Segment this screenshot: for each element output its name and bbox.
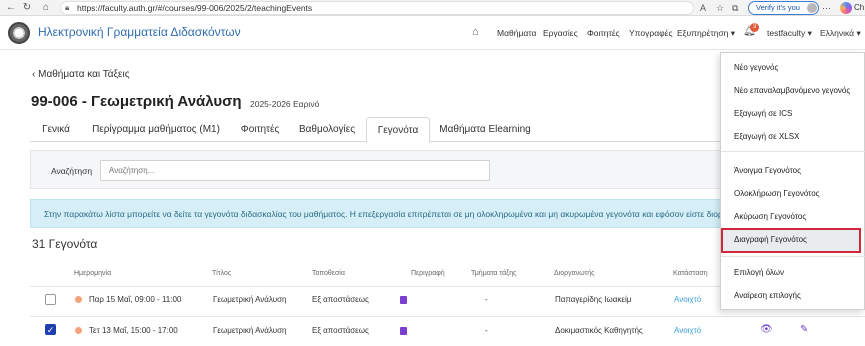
verify-label: Verify it's you — [756, 3, 800, 12]
tab-events[interactable]: Γεγονότα — [366, 117, 430, 143]
calendar-icon[interactable] — [400, 296, 407, 304]
more-dots-icon[interactable]: ⋯ — [822, 1, 831, 15]
url-text: https://faculty.auth.gr/#/courses/99-006… — [77, 3, 313, 13]
user-menu[interactable]: testfaculty ▾ — [767, 28, 812, 39]
event-status-dot — [75, 296, 82, 303]
app-title[interactable]: Ηλεκτρονική Γραμματεία Διδασκόντων — [38, 25, 241, 39]
event-location: Εξ αποστάσεως — [312, 326, 369, 335]
menu-divider — [721, 151, 865, 152]
actions-dropdown-menu: Νέο γεγονός Νέο επαναλαμβανόμενο γεγονός… — [720, 52, 865, 310]
event-status: Ανοιχτό — [674, 326, 702, 335]
menu-item-open-event[interactable]: Άνοιγμα Γεγονότος — [734, 166, 801, 175]
back-arrow-icon[interactable]: ← — [4, 1, 18, 15]
row-checkbox-checked[interactable]: ✓ — [45, 324, 56, 335]
column-header-description[interactable]: Περιγραφή — [411, 270, 445, 277]
tab-grades[interactable]: Βαθμολογίες — [292, 117, 362, 142]
event-date: Τετ 13 Μαΐ, 15:00 - 17:00 — [89, 326, 178, 335]
row-checkbox[interactable] — [45, 294, 56, 305]
edit-icon[interactable]: ✎ — [800, 324, 808, 335]
menu-item-complete-event[interactable]: Ολοκλήρωση Γεγονότος — [734, 189, 820, 198]
menu-item-new-event[interactable]: Νέο γεγονός — [734, 63, 778, 72]
search-label: Αναζήτηση — [51, 166, 93, 176]
course-period: 2025-2026 Εαρινό — [250, 99, 320, 109]
collections-icon[interactable]: ⧉ — [732, 1, 738, 15]
profile-text: Ch — [854, 3, 865, 12]
eye-icon[interactable]: 👁︎ — [760, 324, 773, 335]
column-header-date[interactable]: Ημερομηνία — [74, 270, 111, 277]
event-status-dot — [75, 327, 82, 334]
language-label: Ελληνικά — [820, 28, 855, 38]
event-title: Γεωμετρική Ανάλυση — [213, 295, 287, 304]
user-name: testfaculty — [767, 28, 806, 38]
menu-item-deselect[interactable]: Αναίρεση επιλογής — [734, 291, 801, 300]
copilot-icon[interactable] — [840, 2, 852, 14]
event-location: Εξ αποστάσεως — [312, 295, 369, 304]
event-status: Ανοιχτό — [674, 295, 702, 304]
browser-toolbar: ← ↻ ⌂ 🔒︎ https://faculty.auth.gr/#/cours… — [0, 0, 865, 16]
tab-general[interactable]: Γενικά — [32, 117, 80, 142]
address-bar[interactable]: 🔒︎ https://faculty.auth.gr/#/courses/99-… — [60, 1, 694, 15]
calendar-icon[interactable] — [400, 327, 407, 335]
event-sections: - — [485, 295, 488, 304]
chevron-down-icon: ▾ — [807, 28, 812, 38]
notification-badge: 3 — [750, 23, 759, 32]
read-aloud-icon[interactable]: A — [700, 1, 706, 15]
column-header-sections[interactable]: Τμήματα τάξης — [471, 270, 517, 277]
language-menu[interactable]: Ελληνικά ▾ — [820, 28, 861, 39]
chevron-down-icon: ▾ — [856, 28, 861, 38]
chevron-left-icon: ‹ — [32, 69, 36, 80]
column-header-status[interactable]: Κατάσταση — [673, 270, 708, 277]
nav-courses[interactable]: Μαθήματα — [497, 28, 536, 38]
app-header: Ηλεκτρονική Γραμματεία Διδασκόντων ⌂ Μαθ… — [0, 16, 865, 50]
nav-students[interactable]: Φοιτητές — [587, 28, 620, 38]
profile-avatar — [806, 3, 817, 13]
events-count: 31 Γεγονότα — [32, 237, 98, 251]
menu-item-delete-event[interactable]: Διαγραφή Γεγονότος — [734, 235, 807, 244]
chevron-down-icon: ▾ — [730, 28, 736, 38]
info-text: Στην παρακάτω λίστα μπορείτε να δείτε τα… — [44, 209, 737, 219]
menu-divider — [721, 256, 865, 257]
home-icon[interactable]: ⌂ — [472, 26, 479, 38]
nav-signatures[interactable]: Υπογραφές — [629, 28, 673, 38]
back-link-label: Μαθήματα και Τάξεις — [38, 69, 130, 80]
column-header-organizer[interactable]: Διοργανωτής — [554, 270, 595, 277]
event-organizer: Παπαγερίδης Ιωακείμ — [555, 295, 632, 304]
menu-item-select-all[interactable]: Επιλογή όλων — [734, 268, 784, 277]
browser-home-icon[interactable]: ⌂ — [39, 1, 53, 15]
tab-syllabus[interactable]: Περίγραμμα μαθήματος (Μ1) — [85, 117, 227, 142]
column-header-title[interactable]: Τίτλος — [212, 270, 231, 277]
back-link[interactable]: ‹ Μαθήματα και Τάξεις — [32, 69, 130, 80]
tab-students[interactable]: Φοιτητές — [230, 117, 290, 142]
row-divider — [30, 316, 865, 317]
menu-item-new-recurring-event[interactable]: Νέο επαναλαμβανόμενο γεγονός — [734, 86, 850, 95]
search-input[interactable] — [100, 160, 490, 181]
menu-item-export-xlsx[interactable]: Εξαγωγή σε XLSX — [734, 132, 799, 141]
event-organizer: Δοκιμαστικός Καθηγητής — [555, 326, 643, 335]
column-header-location[interactable]: Τοποθεσία — [312, 270, 345, 277]
tab-elearning[interactable]: Μαθήματα Elearning — [432, 117, 538, 142]
event-title: Γεωμετρική Ανάλυση — [213, 326, 287, 335]
nav-assignments[interactable]: Εργασίες — [543, 28, 578, 38]
verify-account-button[interactable]: Verify it's you — [748, 1, 819, 15]
refresh-icon[interactable]: ↻ — [20, 1, 34, 15]
menu-item-export-ics[interactable]: Εξαγωγή σε ICS — [734, 109, 792, 118]
favorite-star-icon[interactable]: ☆ — [716, 1, 724, 15]
event-sections: - — [485, 326, 488, 335]
nav-support[interactable]: Εξυπηρέτηση ▾ — [677, 28, 735, 39]
nav-support-label: Εξυπηρέτηση — [677, 28, 729, 38]
page-title: 99-006 - Γεωμετρική Ανάλυση — [31, 93, 242, 110]
menu-item-cancel-event[interactable]: Ακύρωση Γεγονότος — [734, 212, 806, 221]
event-date: Παρ 15 Μαΐ, 09:00 - 11:00 — [89, 295, 182, 304]
lock-icon: 🔒︎ — [65, 3, 70, 12]
university-logo — [8, 22, 30, 44]
